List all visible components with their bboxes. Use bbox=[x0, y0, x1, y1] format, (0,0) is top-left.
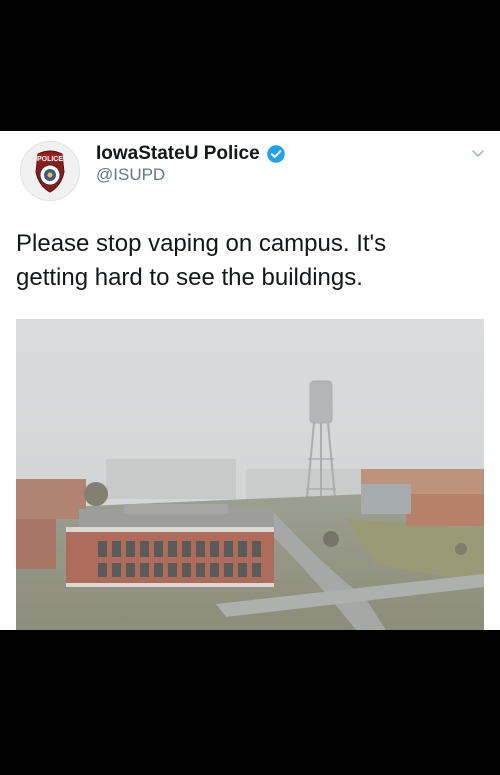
foggy-campus-photo bbox=[16, 319, 484, 630]
tweet-photo[interactable] bbox=[16, 319, 484, 630]
police-badge-icon: POLICE bbox=[35, 150, 65, 193]
avatar[interactable]: POLICE bbox=[20, 141, 80, 201]
display-name[interactable]: IowaStateU Police bbox=[96, 143, 260, 165]
tweet-text-line-2: getting hard to see the buildings. bbox=[16, 264, 363, 291]
handle[interactable]: @ISUPD bbox=[96, 165, 165, 185]
avatar-badge-text: POLICE bbox=[37, 156, 63, 163]
tweet-text-line-1: Please stop vaping on campus. It's bbox=[16, 230, 387, 257]
tweet-card: POLICE IowaStateU Police @ISUPD Please s… bbox=[0, 131, 500, 630]
chevron-down-icon[interactable] bbox=[470, 145, 486, 161]
author-row: IowaStateU Police bbox=[96, 143, 286, 165]
verified-badge-icon bbox=[266, 145, 285, 163]
tweet-text: Please stop vaping on campus. It's getti… bbox=[16, 227, 486, 295]
